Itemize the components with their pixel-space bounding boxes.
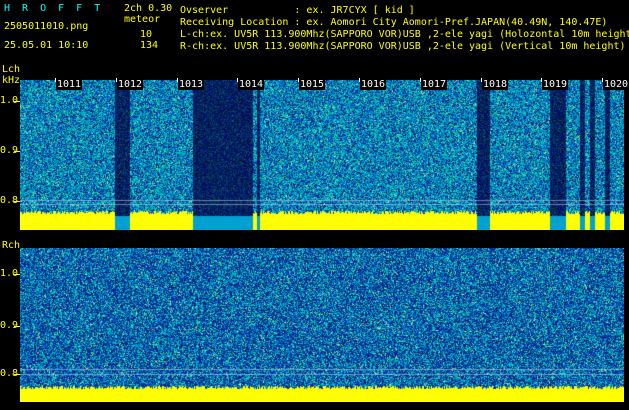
minute-label-1011: 1011 [56, 79, 83, 90]
minute-label-1012: 1012 [117, 79, 144, 90]
observer-line: Ovserver : ex. JR7CYX [ kid ] [180, 5, 415, 16]
minute-label-1020: 1020 [603, 79, 629, 90]
meteor-label: meteor [124, 14, 161, 25]
lch-spectrogram [20, 80, 624, 230]
minute-label-1014: 1014 [238, 79, 265, 90]
minute-label-1016: 1016 [360, 79, 387, 90]
minute-label-1013: 1013 [178, 79, 205, 90]
rch-info-line: R-ch:ex. UV5R 113.900Mhz(SAPPORO VOR)USB… [180, 41, 626, 52]
app-title: H R O F F T [4, 3, 104, 14]
minute-label-1017: 1017 [421, 79, 448, 90]
rch-channel-label: Rch [2, 240, 21, 251]
meteor-count-rch: 134 [140, 40, 159, 51]
location-line: Receiving Location : ex. Aomori City Aom… [180, 17, 608, 28]
minute-label-1019: 1019 [542, 79, 569, 90]
minute-label-1015: 1015 [299, 79, 326, 90]
filename-label: 2505011010.png [4, 21, 89, 32]
minute-label-1018: 1018 [482, 79, 509, 90]
rch-spectrogram [20, 248, 624, 402]
datetime-label: 25.05.01 10:10 [4, 40, 89, 51]
lch-info-line: L-ch:ex. UV5R 113.900Mhz(SAPPORO VOR)USB… [180, 29, 629, 40]
lch-unit-label: kHz [2, 75, 21, 86]
